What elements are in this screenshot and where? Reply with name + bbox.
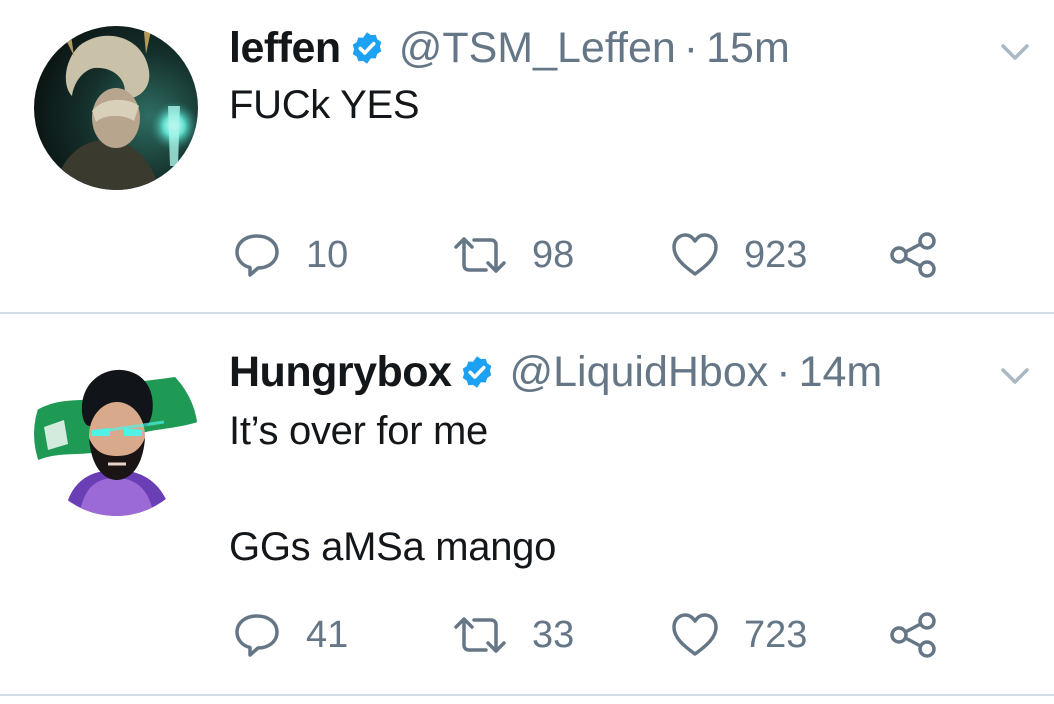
display-name[interactable]: Hungrybox xyxy=(229,348,452,397)
display-name[interactable]: leffen xyxy=(229,24,341,73)
reply-count: 10 xyxy=(306,233,349,276)
timestamp[interactable]: 15m xyxy=(706,24,790,73)
tweet-text: It’s over for me GGs aMSa mango xyxy=(229,409,557,569)
share-button[interactable] xyxy=(888,610,938,660)
user-handle[interactable]: @TSM_Leffen xyxy=(399,24,676,73)
avatar-hungrybox-image xyxy=(34,352,198,516)
share-icon xyxy=(890,612,936,658)
share-icon xyxy=(890,232,936,278)
heart-icon xyxy=(672,613,718,656)
heart-icon xyxy=(672,233,718,276)
retweet-count: 33 xyxy=(532,613,575,656)
like-button[interactable]: 923 xyxy=(670,230,807,280)
avatar[interactable] xyxy=(34,352,198,516)
reply-icon xyxy=(235,614,279,657)
separator-dot: · xyxy=(776,347,791,396)
retweet-icon xyxy=(454,617,506,653)
verified-badge-icon xyxy=(459,354,495,390)
retweet-button[interactable]: 98 xyxy=(452,230,574,280)
tweet-actions: 10 98 923 xyxy=(0,230,1054,280)
like-button[interactable]: 723 xyxy=(670,610,807,660)
tweet[interactable]: leffen @TSM_Leffen · 15m FUCk YES 10 98 … xyxy=(0,0,1054,314)
like-count: 723 xyxy=(744,613,808,656)
retweet-button[interactable]: 33 xyxy=(452,610,574,660)
reply-button[interactable]: 41 xyxy=(232,610,348,660)
separator-dot: · xyxy=(683,23,699,72)
tweet[interactable]: Hungrybox @LiquidHbox · 14m It’s over fo… xyxy=(0,314,1054,696)
retweet-count: 98 xyxy=(532,233,575,276)
reply-count: 41 xyxy=(306,613,349,656)
verified-badge-icon xyxy=(349,30,385,66)
share-button[interactable] xyxy=(888,230,938,280)
reply-button[interactable]: 10 xyxy=(232,230,348,280)
timeline: leffen @TSM_Leffen · 15m FUCk YES 10 98 … xyxy=(0,0,1054,704)
tweet-header: Hungrybox @LiquidHbox · 14m xyxy=(229,346,882,398)
like-count: 923 xyxy=(744,233,808,276)
avatar-leffen-image xyxy=(34,26,198,190)
chevron-down-icon[interactable] xyxy=(1000,366,1030,386)
user-handle[interactable]: @LiquidHbox xyxy=(509,348,768,397)
timestamp[interactable]: 14m xyxy=(799,348,883,397)
tweet-text: FUCk YES xyxy=(229,83,420,127)
avatar[interactable] xyxy=(34,26,198,190)
retweet-icon xyxy=(454,237,506,273)
reply-icon xyxy=(235,234,279,277)
tweet-header: leffen @TSM_Leffen · 15m xyxy=(229,22,790,74)
tweet-actions: 41 33 723 xyxy=(0,610,1054,660)
chevron-down-icon[interactable] xyxy=(1000,42,1030,62)
